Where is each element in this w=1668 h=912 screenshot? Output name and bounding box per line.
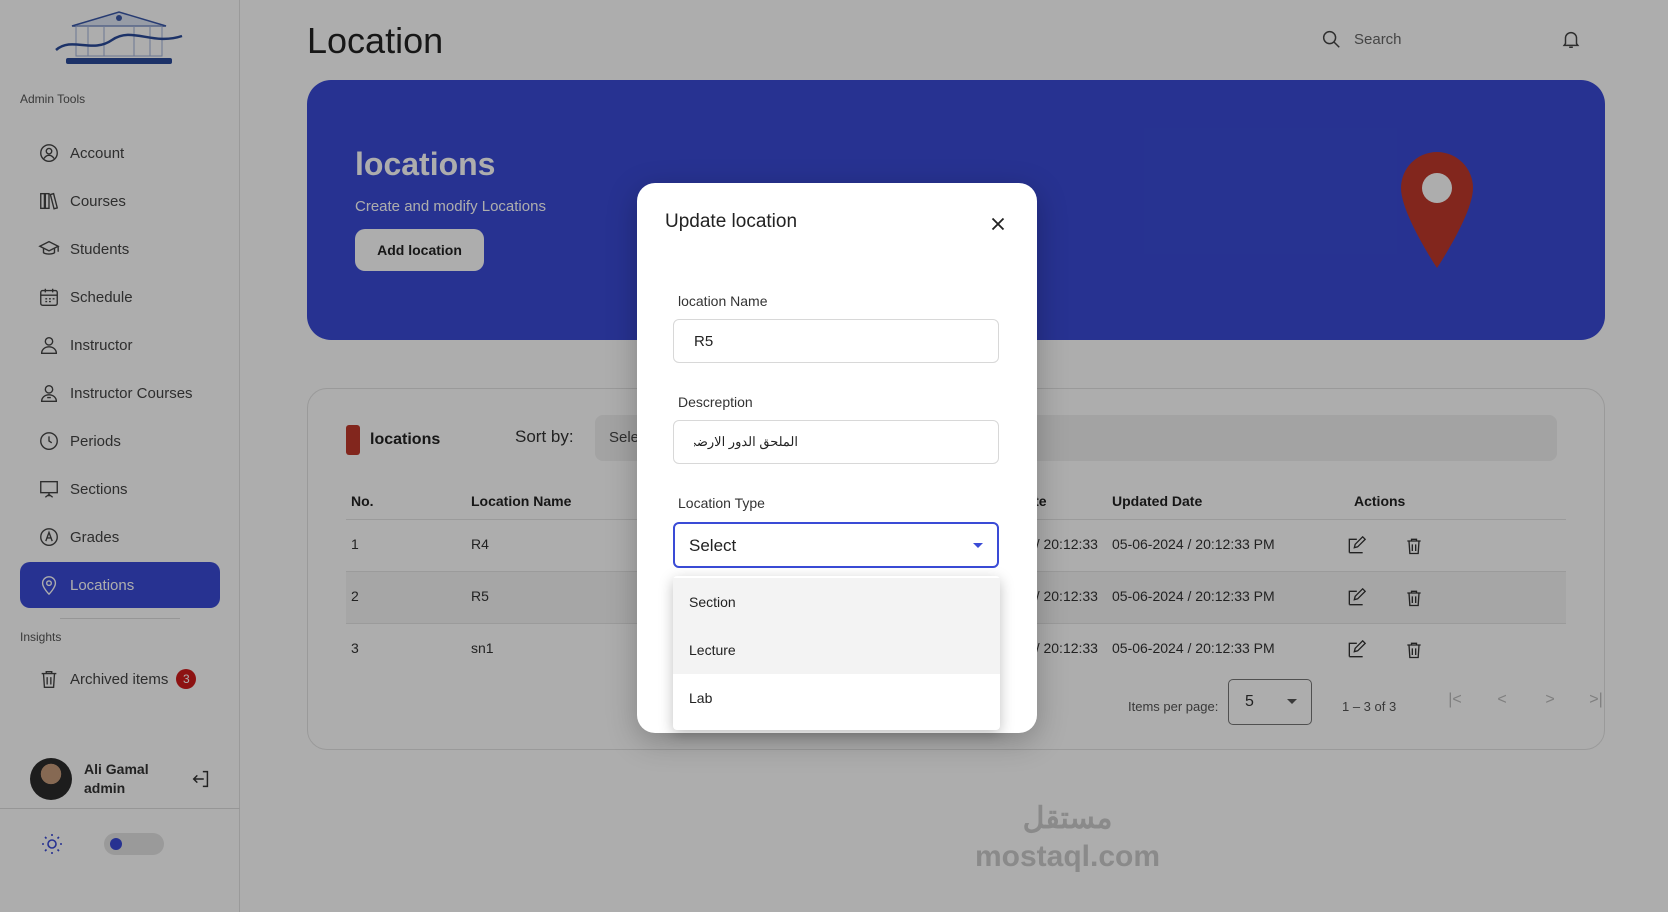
chevron-down-icon (973, 543, 983, 548)
dialog-title: Update location (665, 211, 798, 232)
description-input[interactable] (673, 420, 999, 464)
close-icon[interactable] (987, 213, 1009, 235)
location-name-label: location Name (678, 293, 768, 309)
location-type-options: Section Lecture Lab (673, 576, 1000, 730)
location-type-label: Location Type (678, 495, 765, 511)
location-type-select[interactable]: Select (673, 522, 999, 568)
option-lab[interactable]: Lab (673, 674, 1000, 722)
option-lecture[interactable]: Lecture (673, 626, 1000, 674)
location-type-value: Select (689, 536, 737, 555)
description-label: Descreption (678, 394, 753, 410)
location-name-input[interactable] (673, 319, 999, 363)
option-section[interactable]: Section (673, 578, 1000, 626)
